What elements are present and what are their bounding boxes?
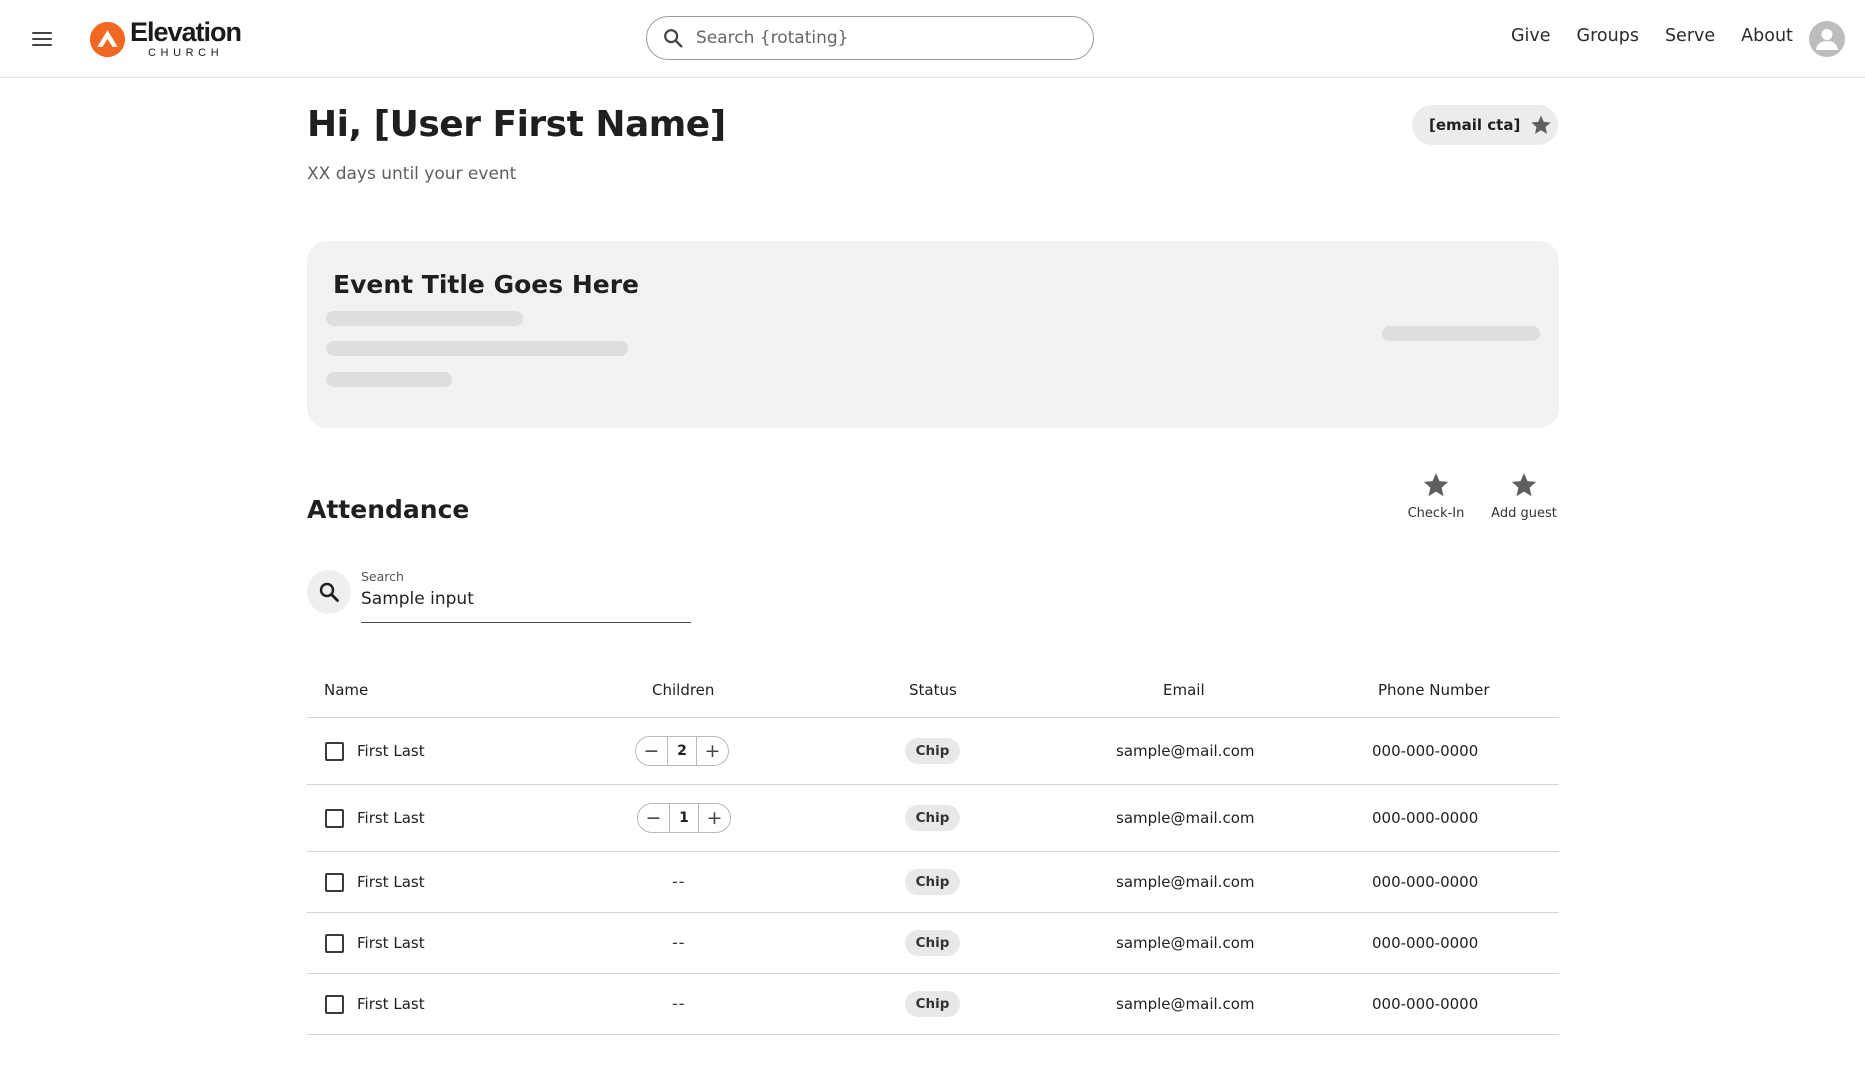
status-chip[interactable]: Chip	[905, 991, 960, 1017]
attendance-table: Name Children Status Email Phone Number …	[307, 668, 1559, 1035]
row-checkbox[interactable]	[325, 934, 344, 953]
column-header-name[interactable]: Name	[324, 681, 368, 699]
attendee-email: sample@mail.com	[1116, 995, 1255, 1013]
elevation-logo-icon	[89, 21, 126, 57]
top-bar: Elevation CHURCH Give Groups Serve About	[0, 0, 1865, 78]
column-header-status[interactable]: Status	[909, 681, 957, 699]
event-countdown: XX days until your event	[307, 164, 517, 184]
attendee-phone: 000-000-0000	[1372, 934, 1479, 952]
column-header-email[interactable]: Email	[1163, 681, 1205, 699]
attendee-phone: 000-000-0000	[1372, 742, 1479, 760]
status-chip[interactable]: Chip	[905, 805, 960, 831]
star-icon	[1423, 473, 1449, 497]
attendee-name: First Last	[357, 809, 425, 827]
status-chip[interactable]: Chip	[905, 869, 960, 895]
main-nav: Give Groups Serve About	[1511, 26, 1819, 46]
row-checkbox[interactable]	[325, 995, 344, 1014]
children-stepper[interactable]: − 2 +	[635, 736, 729, 766]
children-empty: --	[672, 994, 686, 1013]
row-checkbox[interactable]	[325, 873, 344, 892]
nav-serve[interactable]: Serve	[1665, 26, 1715, 46]
logo-subtitle: CHURCH	[148, 47, 224, 59]
attendee-email: sample@mail.com	[1116, 809, 1255, 827]
nav-about[interactable]: About	[1741, 26, 1793, 46]
global-search[interactable]	[646, 16, 1094, 60]
person-icon	[1816, 29, 1838, 50]
nav-give[interactable]: Give	[1511, 26, 1551, 46]
email-cta-button[interactable]: [email cta]	[1412, 105, 1558, 145]
row-checkbox[interactable]	[325, 742, 344, 761]
skeleton-line	[326, 341, 628, 356]
attendance-title: Attendance	[307, 495, 470, 524]
table-row: First Last -- Chip sample@mail.com 000-0…	[307, 852, 1559, 913]
logo-name: Elevation	[130, 17, 242, 47]
skeleton-line	[326, 372, 452, 387]
search-icon	[664, 29, 683, 48]
status-chip[interactable]: Chip	[905, 738, 960, 764]
global-search-input[interactable]	[696, 28, 1076, 48]
table-row: First Last − 1 + Chip sample@mail.com 00…	[307, 785, 1559, 852]
user-avatar[interactable]	[1809, 21, 1845, 57]
attendance-search-input[interactable]	[361, 589, 681, 609]
attendee-name: First Last	[357, 995, 425, 1013]
attendee-phone: 000-000-0000	[1372, 809, 1479, 827]
children-count: 1	[669, 804, 699, 832]
table-row: First Last -- Chip sample@mail.com 000-0…	[307, 974, 1559, 1035]
star-icon	[1511, 473, 1537, 497]
children-empty: --	[672, 933, 686, 952]
attendee-email: sample@mail.com	[1116, 873, 1255, 891]
search-field-label: Search	[361, 569, 404, 584]
table-header: Name Children Status Email Phone Number	[307, 668, 1559, 718]
status-chip[interactable]: Chip	[905, 930, 960, 956]
attendee-name: First Last	[357, 742, 425, 760]
search-button[interactable]	[307, 570, 351, 614]
star-icon	[1531, 115, 1552, 134]
check-in-button[interactable]: Check-In	[1391, 470, 1481, 521]
column-header-phone[interactable]: Phone Number	[1378, 681, 1490, 699]
skeleton-line	[1382, 326, 1540, 341]
table-row: First Last − 2 + Chip sample@mail.com 00…	[307, 718, 1559, 785]
attendance-search-field[interactable]: Search	[361, 569, 691, 623]
attendee-phone: 000-000-0000	[1372, 873, 1479, 891]
attendee-email: sample@mail.com	[1116, 742, 1255, 760]
attendee-phone: 000-000-0000	[1372, 995, 1479, 1013]
event-card[interactable]: Event Title Goes Here	[307, 241, 1559, 428]
email-cta-label: [email cta]	[1429, 116, 1521, 134]
hamburger-menu-icon[interactable]	[30, 27, 54, 51]
plus-icon[interactable]: +	[699, 804, 730, 832]
plus-icon[interactable]: +	[697, 737, 728, 765]
attendee-name: First Last	[357, 873, 425, 891]
add-guest-button[interactable]: Add guest	[1479, 470, 1569, 521]
children-empty: --	[672, 872, 686, 891]
column-header-children[interactable]: Children	[652, 681, 714, 699]
table-row: First Last -- Chip sample@mail.com 000-0…	[307, 913, 1559, 974]
check-in-label: Check-In	[1407, 506, 1465, 521]
elevation-church-logo[interactable]: Elevation CHURCH	[89, 17, 242, 59]
page-title: Hi, [User First Name]	[307, 104, 726, 145]
skeleton-line	[326, 311, 523, 326]
attendee-name: First Last	[357, 934, 425, 952]
minus-icon[interactable]: −	[636, 737, 667, 765]
row-checkbox[interactable]	[325, 809, 344, 828]
event-title: Event Title Goes Here	[333, 270, 639, 299]
minus-icon[interactable]: −	[638, 804, 669, 832]
add-guest-label: Add guest	[1491, 506, 1557, 521]
children-count: 2	[667, 737, 697, 765]
children-stepper[interactable]: − 1 +	[637, 803, 731, 833]
nav-groups[interactable]: Groups	[1577, 26, 1639, 46]
attendee-email: sample@mail.com	[1116, 934, 1255, 952]
search-icon	[319, 582, 339, 602]
